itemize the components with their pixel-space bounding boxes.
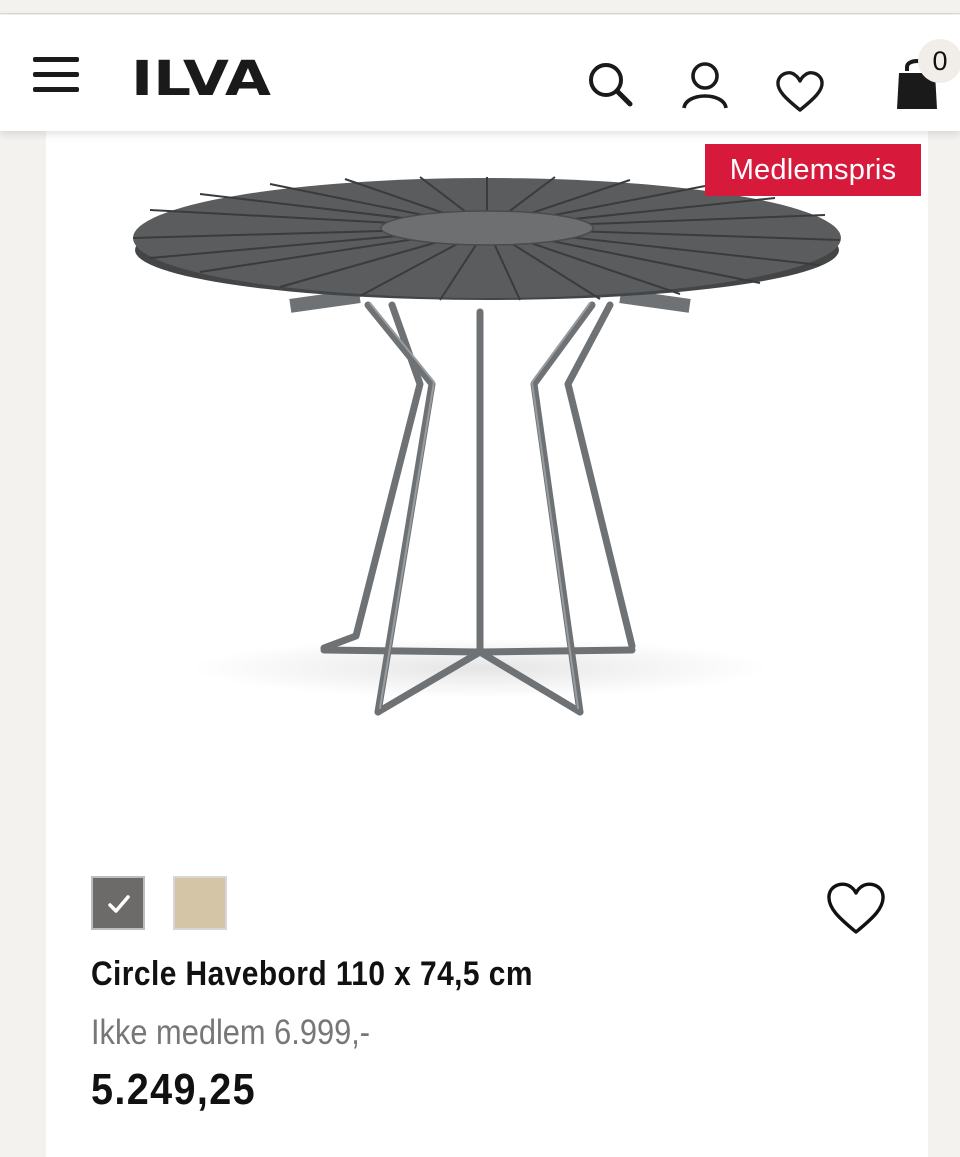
user-icon[interactable] xyxy=(680,60,730,110)
color-swatch-dark-grey[interactable] xyxy=(91,876,145,930)
heart-icon[interactable] xyxy=(775,67,825,117)
check-icon xyxy=(108,895,130,913)
member-price-badge: Medlemspris xyxy=(705,144,921,196)
favorite-heart-icon[interactable] xyxy=(825,880,887,936)
logo-text: ILVA xyxy=(131,51,271,101)
status-strip xyxy=(0,0,960,14)
product-title[interactable]: Circle Havebord 110 x 74,5 cm xyxy=(91,955,533,994)
color-swatch-sand[interactable] xyxy=(173,876,227,930)
product-image[interactable] xyxy=(120,160,860,750)
site-header: ILVA 0 xyxy=(0,15,960,131)
ilva-logo[interactable]: ILVA xyxy=(131,51,271,101)
cart-count-badge[interactable]: 0 xyxy=(918,39,960,83)
search-icon[interactable] xyxy=(585,60,635,110)
menu-icon[interactable] xyxy=(33,57,79,95)
regular-price: Ikke medlem 6.999,- xyxy=(91,1013,371,1052)
member-price: 5.249,25 xyxy=(91,1065,256,1114)
